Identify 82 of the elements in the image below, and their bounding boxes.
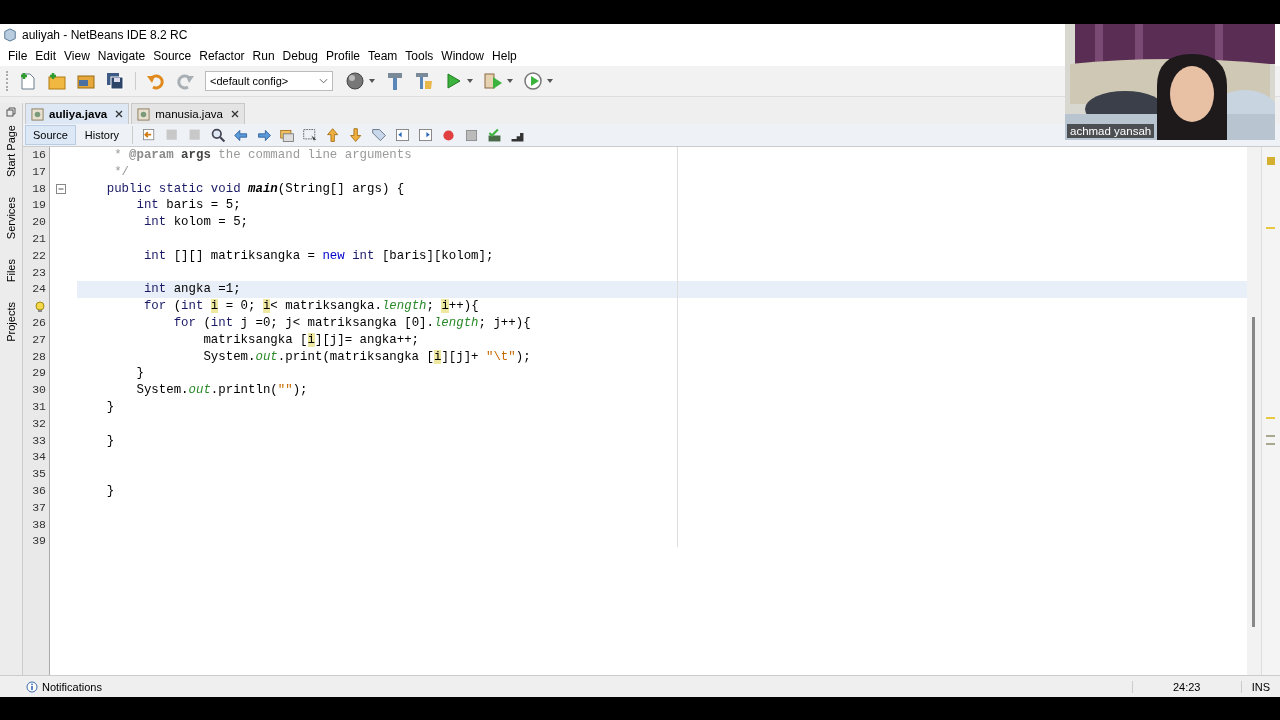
line-number: 26 [32, 314, 46, 331]
dropdown-arrow-icon[interactable] [507, 79, 513, 83]
menu-item[interactable]: Help [488, 49, 521, 63]
side-tab[interactable]: Projects [5, 300, 17, 345]
code-line: } [105, 433, 115, 448]
line-number: 37 [32, 499, 46, 516]
collapse-icon[interactable] [56, 184, 66, 194]
line-number: 24 [32, 281, 46, 298]
line-number: 33 [32, 432, 46, 449]
insert-mode: INS [1240, 680, 1280, 693]
caret-icon [319, 78, 328, 84]
line-number: 19 [32, 197, 46, 214]
file-tab[interactable]: auliya.java [25, 103, 130, 124]
side-tab[interactable]: Files [5, 257, 17, 285]
view-tab[interactable]: Source [25, 125, 76, 145]
code-line: int angka =1; [142, 282, 241, 297]
code-line: matriksangka [i][j]= angka++; [202, 332, 420, 347]
line-number: 23 [32, 264, 46, 281]
view-tab[interactable]: History [76, 125, 128, 145]
menu-item[interactable]: Navigate [93, 49, 150, 63]
line-number: 17 [32, 163, 46, 180]
side-tab[interactable]: Start Page [5, 123, 17, 179]
code-line: public static void main(String[] args) { [105, 181, 405, 196]
dropdown-arrow-icon[interactable] [467, 79, 473, 83]
menu-item[interactable]: Run [248, 49, 279, 63]
config-dropdown[interactable]: <default config> [205, 71, 333, 91]
menu-item[interactable]: Tools [401, 49, 438, 63]
side-tab[interactable]: Services [5, 195, 17, 242]
code-line: int baris = 5; [135, 198, 241, 213]
code-line: System.out.println(""); [135, 383, 308, 398]
line-number: 36 [32, 482, 46, 499]
java-file-icon [31, 107, 44, 121]
menu-item[interactable]: Team [364, 49, 402, 63]
java-file-icon [137, 107, 151, 121]
line-number: 20 [32, 214, 46, 231]
menu-item[interactable]: Debug [278, 49, 322, 63]
dropdown-arrow-icon[interactable] [547, 79, 553, 83]
code-line: int kolom = 5; [142, 215, 249, 230]
line-number: 31 [32, 398, 46, 415]
menu-item[interactable]: Profile [322, 49, 364, 63]
scroll-bar[interactable] [1247, 147, 1261, 675]
close-icon[interactable] [115, 110, 124, 118]
code-line: } [135, 366, 144, 381]
status-marker [1267, 157, 1275, 165]
dropdown-arrow-icon[interactable] [369, 79, 375, 83]
line-number: 16 [32, 147, 46, 163]
line-number: 32 [32, 415, 46, 432]
menu-item[interactable]: File [4, 49, 32, 63]
app-icon [3, 28, 17, 42]
code-line: } [105, 399, 115, 414]
close-icon[interactable] [230, 110, 239, 118]
line-number: 18 [32, 180, 46, 197]
code-line: for (int i = 0; i< matriksangka.length; i++){ [142, 299, 479, 314]
line-number: 35 [32, 466, 46, 483]
line-number: 29 [32, 365, 46, 382]
line-number: 39 [32, 533, 46, 550]
line-number: 22 [32, 247, 46, 264]
code-line: */ [113, 164, 130, 179]
code-line: * @param args the command line arguments [113, 148, 412, 162]
line-number: 38 [32, 516, 46, 533]
code-line: for (int j =0; j< matriksangka [0].length; j++){ [172, 315, 531, 330]
info-icon [26, 680, 38, 693]
window-title: auliyah - NetBeans IDE 8.2 RC [22, 28, 188, 42]
menu-item[interactable]: Refactor [195, 49, 249, 63]
caret-position: 24:23 [1131, 680, 1241, 693]
menu-item[interactable]: Window [437, 49, 489, 63]
line-number: 28 [32, 348, 46, 365]
menu-item[interactable]: Source [149, 49, 196, 63]
line-number: 30 [32, 382, 46, 399]
lightbulb-icon[interactable] [34, 300, 46, 313]
menu-item[interactable]: Edit [31, 49, 61, 63]
line-number: 27 [32, 331, 46, 348]
notifications-button[interactable]: Notifications [26, 680, 102, 693]
participant-name: achmad yansah [1067, 124, 1155, 138]
code-line: int [][] matriksangka = new int [baris][kolom]; [142, 248, 494, 263]
code-line: System.out.print(matriksangka [i][j]+ "\t"); [202, 349, 531, 364]
code-line: } [105, 483, 115, 498]
restore-window-icon[interactable] [6, 107, 16, 117]
line-number: 34 [32, 449, 46, 466]
menu-item[interactable]: View [60, 49, 94, 63]
line-number: 21 [32, 231, 46, 247]
file-tab[interactable]: manusia.java [131, 103, 245, 124]
